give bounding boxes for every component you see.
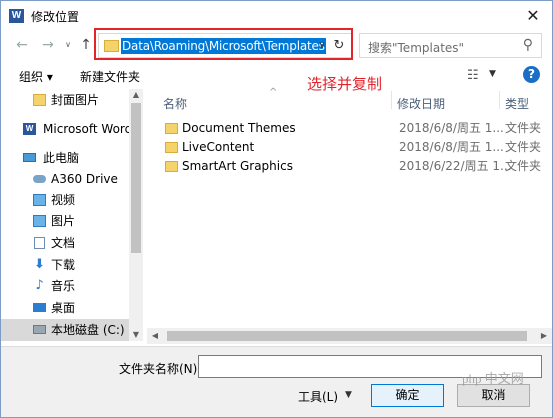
chevron-down-icon[interactable]: ▼ [345,390,352,400]
video-folder-icon [33,194,46,206]
file-date: 2018/6/22/周五 1... [399,159,512,173]
file-type: 文件夹 [505,140,542,154]
scroll-up-arrow-icon[interactable]: ▲ [129,89,143,101]
column-header-date[interactable]: 修改日期 [397,95,445,112]
ok-button[interactable]: 确定 [371,384,444,407]
column-divider[interactable] [391,91,392,109]
folder-icon [165,142,178,153]
title-bar: W 修改位置 ✕ [1,1,552,31]
command-toolbar: 组织 ▾ 新建文件夹 ☷ ▼ ? [1,63,552,89]
nav-item-microsoft-word[interactable]: W Microsoft Word [1,118,133,140]
nav-item-label: Microsoft Word [43,122,133,136]
cloud-drive-icon [33,175,46,183]
disk-drive-icon [33,325,46,334]
nav-item-pictures[interactable]: 图片 [1,210,129,232]
word-app-icon: W [9,9,24,23]
file-list-horizontal-scrollbar[interactable]: ◀ ▶ [147,328,552,344]
help-icon[interactable]: ? [523,66,540,83]
scroll-right-arrow-icon[interactable]: ▶ [536,328,552,344]
nav-item-label: A360 Drive [51,172,118,186]
picture-folder-icon [33,215,46,227]
column-header-name[interactable]: 名称 [163,95,187,112]
save-location-dialog: W 修改位置 ✕ ← → ∨ ↑ Data\Roaming\Microsoft\… [0,0,553,418]
scroll-left-arrow-icon[interactable]: ◀ [147,328,163,344]
file-row[interactable]: LiveContent 2018/6/8/周五 1... 文件夹 [165,138,550,157]
chevron-down-icon[interactable]: ∨ [315,38,329,54]
file-name: Document Themes [182,121,296,135]
up-arrow-icon[interactable]: ↑ [77,36,95,54]
nav-item-downloads[interactable]: ⬇ 下载 [1,254,129,276]
navigation-pane-scrollbar[interactable]: ▲ ▼ [129,89,143,341]
nav-item-videos[interactable]: 视频 [1,189,129,211]
tools-menu-button[interactable]: 工具(L) [298,388,338,405]
nav-item-label: 音乐 [51,279,76,293]
scrollbar-thumb[interactable] [131,103,141,253]
nav-item-local-disk-c[interactable]: 本地磁盘 (C:) [1,319,129,341]
document-icon [34,237,45,249]
word-icon: W [23,123,36,135]
organize-button[interactable]: 组织 ▾ [19,68,53,85]
view-options-icon[interactable]: ☷ [467,68,479,83]
new-folder-button[interactable]: 新建文件夹 [80,68,140,85]
search-input[interactable]: 搜索"Templates" [368,39,464,56]
file-name: SmartArt Graphics [182,159,293,173]
nav-item-desktop[interactable]: 桌面 [1,297,129,319]
navigation-bar: ← → ∨ ↑ Data\Roaming\Microsoft\Templates… [1,31,552,61]
file-list: ^ 名称 修改日期 类型 Document Themes 2018/6/8/周五… [147,87,552,333]
nav-item-label: 图片 [51,214,76,228]
nav-item-label: 封面图片 [51,93,100,107]
chevron-down-icon[interactable]: ▼ [489,69,496,79]
dialog-title: 修改位置 [31,10,80,24]
back-arrow-icon[interactable]: ← [13,36,31,54]
address-path-text[interactable]: Data\Roaming\Microsoft\Templates [121,38,326,54]
file-type: 文件夹 [505,121,542,135]
address-bar[interactable]: Data\Roaming\Microsoft\Templates ∨ ↻ [98,33,353,58]
music-note-icon: ♪ [35,278,44,293]
file-row[interactable]: Document Themes 2018/6/8/周五 1... 文件夹 [165,119,550,138]
nav-item-label: 桌面 [51,301,76,315]
nav-item-label: 文档 [51,236,76,250]
nav-item-music[interactable]: ♪ 音乐 [1,275,129,297]
file-row[interactable]: SmartArt Graphics 2018/6/22/周五 1... 文件夹 [165,157,550,176]
nav-item-documents[interactable]: 文档 [1,232,129,254]
desktop-icon [33,303,46,312]
nav-item-label: 视频 [51,193,76,207]
file-date: 2018/6/8/周五 1... [399,121,504,135]
folder-icon [33,94,46,106]
nav-item-this-pc[interactable]: 此电脑 [1,147,129,169]
scroll-down-arrow-icon[interactable]: ▼ [129,329,143,341]
nav-item-label: 下载 [51,258,76,272]
folder-icon [165,123,178,134]
folder-icon [165,161,178,172]
file-type: 文件夹 [505,159,542,173]
nav-item-label: 此电脑 [43,151,80,165]
forward-arrow-icon[interactable]: → [39,36,57,54]
scrollbar-thumb[interactable] [167,331,527,341]
computer-icon [23,153,36,162]
download-arrow-icon: ⬇ [34,257,45,272]
cancel-button[interactable]: 取消 [457,384,530,407]
search-box[interactable]: 搜索"Templates" ⚲ [359,33,542,58]
folder-icon [104,40,119,52]
recent-locations-chevron-icon[interactable]: ∨ [63,36,73,54]
sort-ascending-caret-icon: ^ [269,87,278,98]
nav-item-cover-images[interactable]: 封面图片 [1,89,129,111]
close-button[interactable]: ✕ [522,5,544,27]
navigation-pane: 封面图片 W Microsoft Word 此电脑 A360 Drive 视频 … [1,89,143,341]
nav-item-label: 本地磁盘 (C:) [51,323,125,337]
search-icon[interactable]: ⚲ [523,37,533,53]
watermark: php 中文网 [462,371,524,386]
file-name: LiveContent [182,140,255,154]
file-date: 2018/6/8/周五 1... [399,140,504,154]
column-header-type[interactable]: 类型 [505,95,529,112]
folder-name-label: 文件夹名称(N): [119,362,202,376]
refresh-icon[interactable]: ↻ [331,37,347,55]
column-divider[interactable] [499,91,500,109]
nav-item-a360-drive[interactable]: A360 Drive [1,168,129,190]
